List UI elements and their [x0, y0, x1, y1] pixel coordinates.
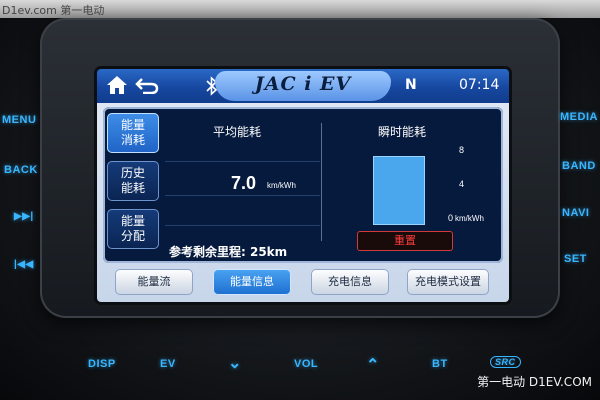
grid-line [165, 195, 320, 196]
bt-hard-key[interactable]: BT [432, 358, 448, 370]
remaining-range-label: 参考剩余里程: 25km [169, 245, 288, 259]
navi-hard-key[interactable]: NAVI [562, 207, 589, 219]
axis-unit-label: km/kWh [455, 214, 484, 223]
home-icon[interactable] [105, 74, 129, 100]
axis-tick-label: 0 [448, 213, 454, 223]
average-consumption-title: 平均能耗 [213, 125, 262, 139]
tab-energy-info[interactable]: 能量信息 [213, 269, 291, 295]
chevron-down-icon[interactable]: ⌄ [228, 353, 242, 373]
src-hard-key[interactable]: SRC [490, 356, 521, 368]
side-tab-energy-distribution[interactable]: 能量 分配 [107, 209, 159, 249]
grid-line [165, 225, 320, 226]
side-tab-label: 消耗 [120, 133, 145, 147]
axis-tick-label: 8 [459, 145, 465, 155]
panel-divider [321, 123, 322, 241]
energy-panel: 能量 消耗 历史 能耗 能量 分配 平均能耗 7.0 km/kWh 瞬时能耗 8… [103, 107, 503, 263]
side-tab-label: 分配 [120, 229, 145, 243]
back-arrow-icon[interactable] [135, 76, 159, 98]
watermark-bottom: 第一电动 D1EV.COM [477, 375, 592, 389]
grid-line [165, 161, 320, 162]
reset-button[interactable]: 重置 [357, 231, 453, 251]
side-tab-label: 能耗 [120, 181, 145, 195]
side-tab-energy-consumption[interactable]: 能量 消耗 [107, 113, 159, 153]
set-hard-key[interactable]: SET [564, 253, 587, 265]
energy-info-content: 能量 消耗 历史 能耗 能量 分配 平均能耗 7.0 km/kWh 瞬时能耗 8… [97, 103, 509, 302]
app-title: JAC i EV [254, 73, 352, 95]
tab-energy-flow[interactable]: 能量流 [115, 269, 193, 295]
average-consumption-value: 7.0 [231, 173, 257, 193]
media-hard-key[interactable]: MEDIA [560, 111, 598, 123]
band-hard-key[interactable]: BAND [562, 160, 596, 172]
vol-hard-key[interactable]: VOL [294, 358, 318, 370]
disp-hard-key[interactable]: DISP [88, 358, 116, 370]
back-hard-key[interactable]: BACK [4, 164, 38, 176]
menu-hard-key[interactable]: MENU [2, 114, 36, 126]
side-tab-history-consumption[interactable]: 历史 能耗 [107, 161, 159, 201]
side-tab-label: 能量 [120, 214, 145, 228]
top-bar: JAC i EV N 07:14 [97, 69, 509, 103]
instant-consumption-bar [373, 156, 425, 225]
gear-indicator: N [405, 77, 417, 93]
tab-charging-info[interactable]: 充电信息 [311, 269, 389, 295]
side-tab-label: 历史 [120, 166, 145, 180]
chevron-up-icon[interactable]: ⌃ [366, 355, 380, 375]
tab-charging-mode-settings[interactable]: 充电模式设置 [407, 269, 489, 295]
prev-track-hard-key[interactable]: |◀◀ [14, 259, 34, 270]
ev-hard-key[interactable]: EV [160, 358, 176, 370]
next-track-hard-key[interactable]: ▶▶| [14, 211, 34, 222]
side-tab-label: 能量 [120, 118, 145, 132]
instant-consumption-title: 瞬时能耗 [378, 125, 427, 139]
clock: 07:14 [459, 77, 500, 93]
infotainment-screen: JAC i EV N 07:14 能量 消耗 历史 能耗 能量 分配 平均能耗 … [97, 69, 509, 302]
average-consumption-unit: km/kWh [267, 181, 296, 190]
watermark-top: D1ev.com 第一电动 [2, 4, 105, 17]
axis-tick-label: 4 [459, 179, 465, 189]
